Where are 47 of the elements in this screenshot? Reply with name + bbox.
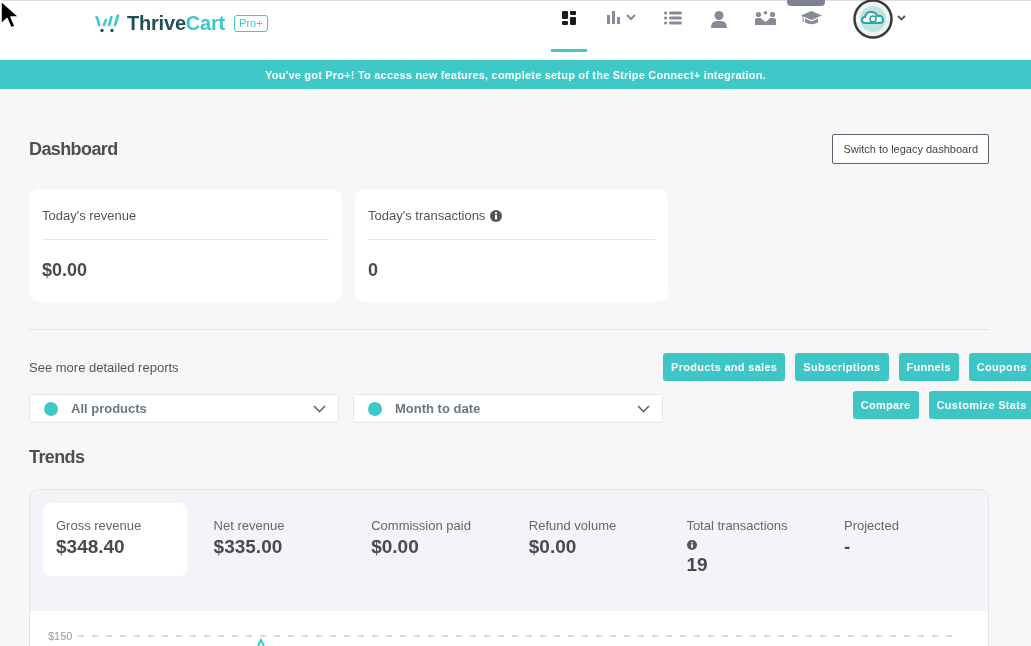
stat-label: Total transactions xyxy=(686,518,788,534)
stat-value: - xyxy=(843,536,851,558)
chevron-down-icon xyxy=(637,404,650,413)
stat-value: $0.00 xyxy=(528,536,577,558)
stat-label: Projected xyxy=(843,518,899,534)
filter-select[interactable]: Month to date xyxy=(353,394,663,423)
card-value: $0.00 xyxy=(42,260,88,280)
banner-message: You've got Pro+! To access new features, complete setup of the Stripe Connect+ integration. xyxy=(265,68,766,81)
stat-tab[interactable]: Net revenue $335.00 xyxy=(200,503,345,576)
axis-tick-label: $150 xyxy=(48,630,73,642)
stat-tab[interactable]: Gross revenue $348.40 xyxy=(43,503,187,576)
stat-tab[interactable]: Commission paid $0.00 xyxy=(358,503,503,576)
stat-tab[interactable]: Projected - xyxy=(830,503,975,576)
stat-label: Gross revenue xyxy=(56,518,142,534)
list-icon xyxy=(664,11,682,25)
stat-value: 19 xyxy=(686,554,708,576)
reports-label: See more detailed reports xyxy=(29,359,179,375)
filter-select[interactable]: All products xyxy=(29,394,339,423)
stat-tab[interactable]: Refund volume $0.00 xyxy=(515,503,660,576)
card-label: Today's revenue xyxy=(42,208,137,224)
stat-value: $348.40 xyxy=(56,536,125,558)
section-title: Trends xyxy=(29,447,85,467)
cart-logo-icon xyxy=(95,13,120,33)
card-label: Today's transactions xyxy=(368,208,486,224)
chevron-down-icon xyxy=(313,404,326,413)
caret-icon xyxy=(625,14,636,21)
graduation-cap-icon xyxy=(800,11,822,25)
stat-label: Net revenue xyxy=(213,518,285,534)
team-icon xyxy=(754,11,776,25)
page-title: Dashboard xyxy=(29,139,118,159)
dot-icon xyxy=(44,401,58,416)
stat-value: $0.00 xyxy=(371,536,419,558)
caret-icon[interactable] xyxy=(897,15,906,21)
revenue-line xyxy=(257,637,265,646)
dashboard-icon xyxy=(562,11,576,25)
card-value: 0 xyxy=(368,260,378,280)
person-icon xyxy=(711,11,727,28)
logo-text: ThriveCart xyxy=(127,13,226,33)
stat-value: $335.00 xyxy=(213,536,283,558)
stat-tab[interactable]: Total transactions 19 xyxy=(673,503,818,576)
dot-icon xyxy=(368,401,382,416)
avatar-icon[interactable] xyxy=(853,0,893,39)
plan-badge: Pro+ xyxy=(234,14,268,32)
legacy-dashboard-button[interactable]: Switch to legacy dashboard xyxy=(832,134,989,164)
stat-label: Commission paid xyxy=(371,518,471,534)
bar-chart-icon xyxy=(606,11,622,24)
stat-label: Refund volume xyxy=(528,518,617,534)
